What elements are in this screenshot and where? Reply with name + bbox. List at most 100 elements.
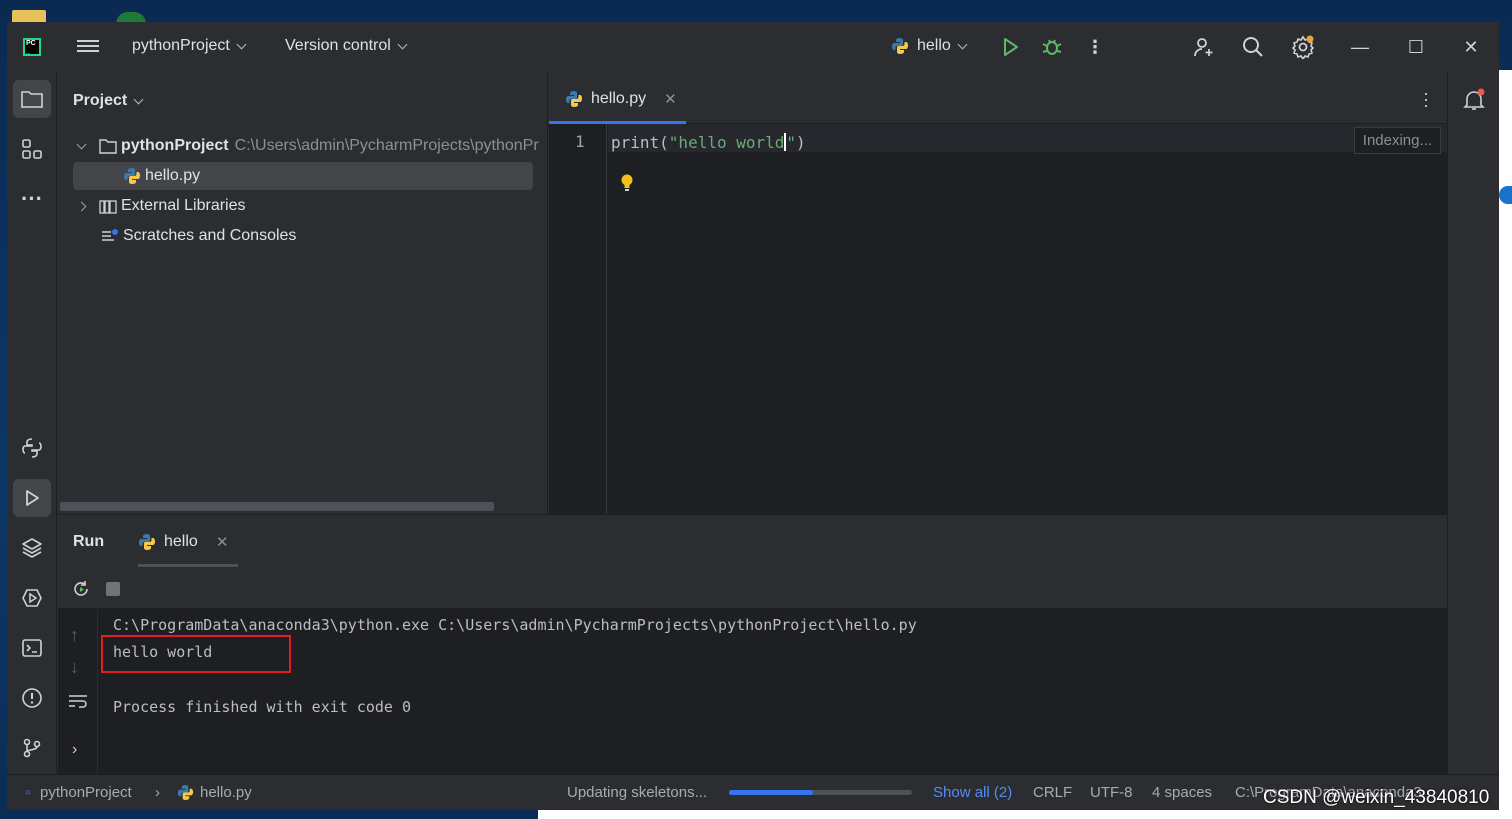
background-window-edge	[1499, 70, 1512, 810]
watermark-text: CSDN @weixin_43840810	[1263, 787, 1490, 808]
horizontal-scrollbar[interactable]	[60, 502, 494, 511]
project-selector-label: pythonProject	[132, 37, 230, 54]
debug-icon[interactable]	[1040, 35, 1064, 59]
git-tool-button[interactable]	[13, 729, 51, 767]
run-tab-hello[interactable]: hello ✕	[138, 533, 228, 551]
line-separator-widget[interactable]: CRLF	[1033, 784, 1072, 801]
lightbulb-icon[interactable]	[621, 174, 633, 192]
maximize-icon[interactable]: ☐	[1404, 35, 1428, 59]
help-icon	[1499, 186, 1512, 204]
tree-item-hello-py[interactable]: hello.py	[73, 162, 533, 190]
close-tab-icon[interactable]: ✕	[216, 533, 229, 551]
tree-root-path: C:\Users\admin\PycharmProjects\pythonPr	[234, 137, 539, 154]
title-bar: PC _ pythonProject Version control hello …	[7, 22, 1499, 72]
background-window-edge-bottom	[538, 810, 1512, 819]
project-selector[interactable]: pythonProject	[132, 37, 247, 55]
console-output[interactable]: C:\ProgramData\anaconda3\python.exe C:\U…	[98, 609, 1447, 775]
settings-gear-icon[interactable]	[1291, 35, 1315, 59]
tree-item-scratches[interactable]: Scratches and Consoles	[101, 222, 296, 250]
problems-icon	[22, 688, 42, 708]
run-tab-label: hello	[164, 533, 198, 550]
notifications-bell-icon[interactable]	[1463, 88, 1485, 112]
module-icon: ▫	[25, 784, 31, 801]
run-toolbar	[58, 567, 1447, 609]
structure-tool-button[interactable]	[13, 130, 51, 168]
run-icon[interactable]	[998, 35, 1022, 59]
editor-tab-bar: hello.py ✕ · · ·	[549, 72, 1447, 124]
code-paren: )	[796, 133, 806, 152]
console-line: Process finished with exit code 0	[113, 698, 412, 716]
soft-wrap-icon[interactable]	[68, 693, 88, 709]
tree-item-label: External Libraries	[121, 197, 246, 214]
tree-root-pythonproject[interactable]: pythonProject C:\Users\admin\PycharmProj…	[76, 132, 539, 160]
close-tab-icon[interactable]: ✕	[664, 90, 677, 108]
code-with-me-icon[interactable]	[1192, 35, 1216, 59]
tree-item-external-libraries[interactable]: External Libraries	[76, 192, 246, 220]
indent-widget[interactable]: 4 spaces	[1152, 784, 1212, 801]
git-branch-icon	[23, 738, 41, 758]
expand-arrow-icon[interactable]	[76, 139, 87, 149]
scroll-down-icon[interactable]: ↓	[70, 657, 79, 678]
chevron-down-icon	[397, 39, 408, 49]
run-tool-button[interactable]	[13, 479, 51, 517]
encoding-widget[interactable]: UTF-8	[1090, 784, 1133, 801]
python-console-icon	[22, 438, 42, 458]
main-menu-icon[interactable]	[77, 37, 99, 57]
show-all-tasks-link[interactable]: Show all (2)	[933, 784, 1012, 801]
more-tools-icon[interactable]: ···	[13, 180, 51, 218]
more-actions-icon[interactable]: ⋮	[1083, 35, 1107, 59]
python-icon	[139, 534, 155, 550]
scroll-up-icon[interactable]: ↑	[70, 625, 79, 646]
version-control-label: Version control	[285, 37, 391, 54]
scratches-icon	[102, 229, 118, 241]
chevron-down-icon	[236, 39, 247, 49]
close-window-icon[interactable]: ✕	[1459, 35, 1483, 59]
run-outline-icon	[26, 490, 39, 506]
code-string-end: "	[786, 133, 797, 152]
problems-tool-button[interactable]	[13, 679, 51, 717]
code-string: "hello world	[668, 133, 785, 152]
editor-options-icon[interactable]: · · ·	[1423, 84, 1429, 114]
background-task-label[interactable]: Updating skeletons...	[567, 784, 707, 801]
project-tool-button[interactable]	[13, 80, 51, 118]
minimize-icon[interactable]: —	[1348, 35, 1372, 59]
services-tool-button[interactable]	[13, 579, 51, 617]
run-config-label: hello	[917, 37, 951, 54]
background-task-progress	[729, 790, 912, 795]
chevron-down-icon	[957, 39, 968, 49]
python-file-icon	[177, 784, 194, 801]
terminal-tool-button[interactable]	[13, 629, 51, 667]
breadcrumb-file[interactable]: hello.py	[200, 784, 252, 801]
run-config-selector[interactable]: hello	[891, 37, 968, 55]
terminal-icon	[22, 639, 42, 657]
run-panel: Run hello ✕ ↑ ↓ › C:\ProgramData\anacond…	[58, 514, 1447, 775]
search-icon[interactable]	[1241, 35, 1265, 59]
tree-item-label: hello.py	[145, 167, 201, 184]
editor-gutter: 1	[549, 124, 607, 514]
indexing-indicator: Indexing...	[1353, 127, 1441, 154]
left-tool-strip: ···	[7, 72, 57, 774]
python-console-button[interactable]	[13, 429, 51, 467]
breadcrumb-project[interactable]: pythonProject	[40, 784, 132, 801]
chevron-down-icon	[133, 94, 144, 104]
code-call: print(	[611, 133, 669, 152]
editor-panel: hello.py ✕ · · · 1 print("hello world ") In…	[549, 72, 1447, 514]
project-panel-header[interactable]: Project	[73, 92, 144, 110]
console-gutter: ↑ ↓ ›	[58, 609, 98, 775]
pycharm-logo-icon: PC _	[23, 38, 41, 56]
chevron-right-icon[interactable]: ›	[72, 741, 77, 759]
expand-arrow-icon[interactable]	[76, 201, 87, 211]
stop-icon[interactable]	[106, 582, 120, 596]
editor-tab-hello-py[interactable]: hello.py ✕	[565, 90, 677, 108]
version-control-menu[interactable]: Version control	[285, 37, 408, 55]
code-line[interactable]: print("hello world ")	[611, 133, 806, 152]
output-highlight-box	[101, 635, 291, 673]
folder-icon	[99, 139, 117, 154]
tree-item-label: Scratches and Consoles	[123, 227, 297, 244]
layers-icon	[22, 538, 42, 558]
rerun-icon[interactable]	[72, 580, 90, 598]
ide-window: PC _ pythonProject Version control hello …	[7, 22, 1499, 810]
services-icon	[22, 589, 42, 607]
folder-icon	[21, 91, 43, 108]
layers-tool-button[interactable]	[13, 529, 51, 567]
